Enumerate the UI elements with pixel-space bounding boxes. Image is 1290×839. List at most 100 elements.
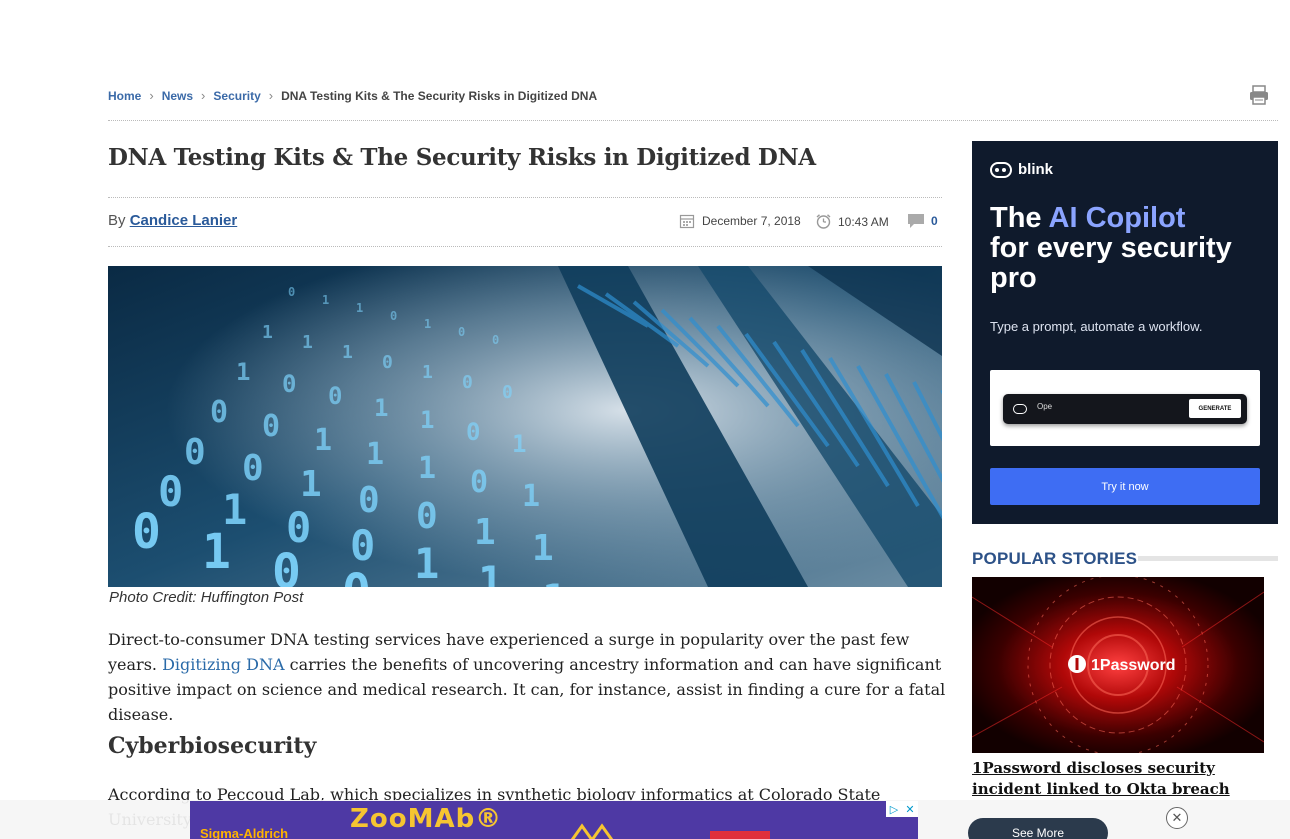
- binary-digit: 0: [262, 409, 280, 444]
- ad-prompt-input: Ope GENERATE: [1003, 394, 1247, 424]
- story-title-link[interactable]: 1Password discloses security incident li…: [972, 758, 1272, 800]
- binary-digit: 0: [382, 352, 393, 373]
- adchoices-badge[interactable]: ▷ ✕: [886, 801, 918, 817]
- time-text: 10:43 AM: [838, 214, 889, 229]
- digitizing-dna-link[interactable]: Digitizing DNA: [162, 655, 284, 674]
- binary-digit: 0: [470, 465, 488, 500]
- article-paragraph-1: Direct-to-consumer DNA testing services …: [108, 627, 948, 727]
- binary-digit: 0: [158, 467, 183, 516]
- ad-generate-button: GENERATE: [1189, 399, 1241, 418]
- date-text: December 7, 2018: [702, 214, 801, 228]
- binary-digit: 0: [466, 418, 480, 446]
- bottom-banner-ad[interactable]: Sigma-Aldrich ZooMAb®: [190, 801, 918, 839]
- ad-brand: blink: [990, 161, 1053, 178]
- binary-digit: 0: [502, 382, 513, 403]
- binary-digit: 1: [474, 512, 496, 553]
- binary-digit: 0: [328, 382, 342, 410]
- ad-brand-name: blink: [1018, 161, 1054, 178]
- binary-digit: 1: [262, 322, 273, 343]
- binary-digit: 0: [492, 333, 499, 347]
- ad-headline-part: for every security pro: [990, 232, 1232, 294]
- author-link[interactable]: Candice Lanier: [130, 212, 238, 229]
- close-icon[interactable]: ✕: [902, 801, 918, 817]
- binary-digit: 1: [374, 394, 388, 422]
- adchoices-icon[interactable]: ▷: [886, 801, 902, 817]
- binary-digit: 0: [282, 370, 296, 398]
- chevron-right-icon: ›: [268, 88, 274, 103]
- binary-digit: 1: [542, 575, 567, 587]
- sidebar-ad[interactable]: blink The AI Copilot for every security …: [972, 141, 1278, 524]
- binary-digit: 1: [236, 358, 250, 386]
- alarm-clock-icon: [816, 214, 831, 229]
- binary-digit: 1: [356, 301, 363, 315]
- popular-stories-heading: POPULAR STORIES: [972, 549, 1138, 568]
- dna-binary-illustration: 01101001 1 1 0 1 0 01 0 0 1 1 0 10 0 1 1 1 0 10 0 1 0 0 1 10 1 0 0 1…: [108, 266, 942, 587]
- binary-digit: 1: [412, 584, 441, 587]
- binary-digit: 1: [424, 317, 431, 331]
- print-icon[interactable]: [1248, 84, 1270, 106]
- binary-digit: 1: [366, 437, 384, 472]
- binary-digit: 0: [184, 432, 206, 473]
- comment-icon: [908, 214, 924, 228]
- article-time: 10:43 AM: [815, 213, 889, 230]
- ad-headline-part: The: [990, 202, 1049, 234]
- binary-digit: 1: [422, 362, 433, 383]
- close-icon[interactable]: ✕: [1166, 807, 1188, 829]
- binary-digit: 1: [522, 479, 540, 514]
- binary-digit: 0: [132, 504, 161, 560]
- binary-digit: 1: [314, 423, 332, 458]
- banner-bar: [710, 831, 770, 839]
- ad-headline: The AI Copilot for every security pro: [990, 203, 1270, 293]
- binary-digit: 0: [462, 372, 473, 393]
- breadcrumb-news-link[interactable]: News: [162, 89, 193, 103]
- binary-digit: 1: [202, 524, 231, 580]
- breadcrumb-home-link[interactable]: Home: [108, 89, 141, 103]
- binary-digit: 0: [350, 521, 375, 570]
- binary-digit: 0: [416, 496, 438, 537]
- binary-digit: 1: [342, 342, 353, 363]
- chevron-right-icon: ›: [201, 88, 206, 103]
- divider: [108, 246, 942, 247]
- banner-side-text: Sigma-Aldrich: [200, 826, 289, 839]
- binary-digit: 1: [322, 293, 329, 307]
- see-more-button[interactable]: See More: [968, 818, 1108, 839]
- blink-logo-icon: [1013, 404, 1027, 414]
- ad-prompt-text: Ope: [1037, 402, 1053, 411]
- antibody-icon: [570, 823, 614, 839]
- divider: [108, 120, 1278, 121]
- byline: By Candice Lanier: [108, 212, 237, 229]
- binary-digit: 1: [414, 539, 439, 587]
- ad-try-button[interactable]: Try it now: [990, 468, 1260, 505]
- binary-digit: 0: [242, 448, 264, 489]
- binary-digit: 1: [478, 557, 503, 587]
- divider: [108, 197, 942, 198]
- binary-digit: 1: [300, 464, 322, 505]
- breadcrumb-security-link[interactable]: Security: [213, 89, 260, 103]
- story-image-text: 1Password: [1091, 657, 1175, 674]
- image-caption: Photo Credit: Huffington Post: [109, 589, 304, 606]
- blink-logo-icon: [990, 161, 1012, 178]
- story-image[interactable]: 1Password: [972, 577, 1264, 753]
- binary-digit: 1: [420, 406, 434, 434]
- binary-digit: 0: [390, 309, 397, 323]
- binary-digit: 1: [532, 528, 554, 569]
- banner-headline: ZooMAb®: [350, 804, 503, 834]
- by-label: By: [108, 212, 126, 229]
- article-comments[interactable]: 0: [907, 213, 938, 229]
- binary-digit: 0: [342, 564, 371, 587]
- binary-digit: 1: [302, 332, 313, 353]
- calendar-icon: [679, 214, 695, 229]
- article-date: December 7, 2018: [679, 213, 801, 229]
- chevron-right-icon: ›: [149, 88, 154, 103]
- article-hero-image: 0110100111010010011010011101001001101001…: [108, 266, 942, 587]
- binary-digit: 0: [288, 285, 295, 299]
- binary-digit: 1: [512, 430, 526, 458]
- binary-digit: 0: [272, 544, 301, 587]
- breadcrumb-current: DNA Testing Kits & The Security Risks in…: [281, 88, 598, 103]
- article-title: DNA Testing Kits & The Security Risks in…: [108, 144, 816, 171]
- ad-demo-box: Ope GENERATE: [990, 370, 1260, 446]
- divider: [1138, 556, 1278, 561]
- binary-digit: 0: [358, 480, 380, 521]
- comment-count[interactable]: 0: [931, 214, 938, 228]
- binary-digit: 1: [418, 451, 436, 486]
